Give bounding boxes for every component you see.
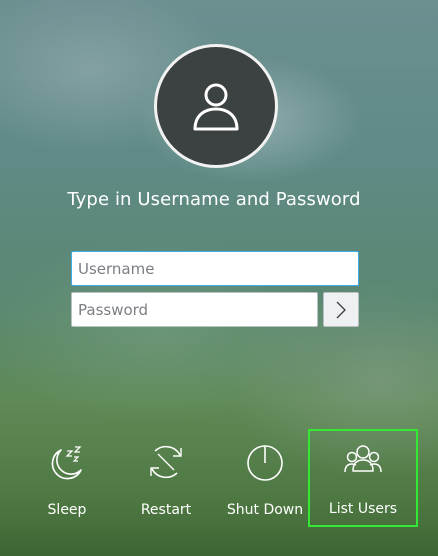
list-users-button[interactable]: List Users [308, 429, 418, 527]
shutdown-icon [247, 445, 283, 481]
login-prompt: Type in Username and Password [67, 189, 361, 210]
user-icon [193, 83, 239, 131]
chevron-right-icon [336, 301, 346, 318]
restart-button[interactable]: Restart [111, 430, 221, 526]
restart-label: Restart [140, 502, 192, 518]
user-avatar [154, 44, 278, 168]
sleep-button[interactable]: Sleep [12, 430, 122, 526]
username-input[interactable] [71, 251, 359, 286]
restart-icon [150, 445, 182, 479]
shutdown-label: Shut Down [226, 502, 304, 518]
login-button[interactable] [323, 292, 359, 327]
sleep-icon [51, 446, 82, 480]
sleep-label: Sleep [47, 502, 87, 518]
list-users-label: List Users [328, 501, 398, 517]
password-input[interactable] [71, 292, 318, 327]
shutdown-button[interactable]: Shut Down [210, 430, 320, 526]
users-icon [344, 445, 382, 473]
